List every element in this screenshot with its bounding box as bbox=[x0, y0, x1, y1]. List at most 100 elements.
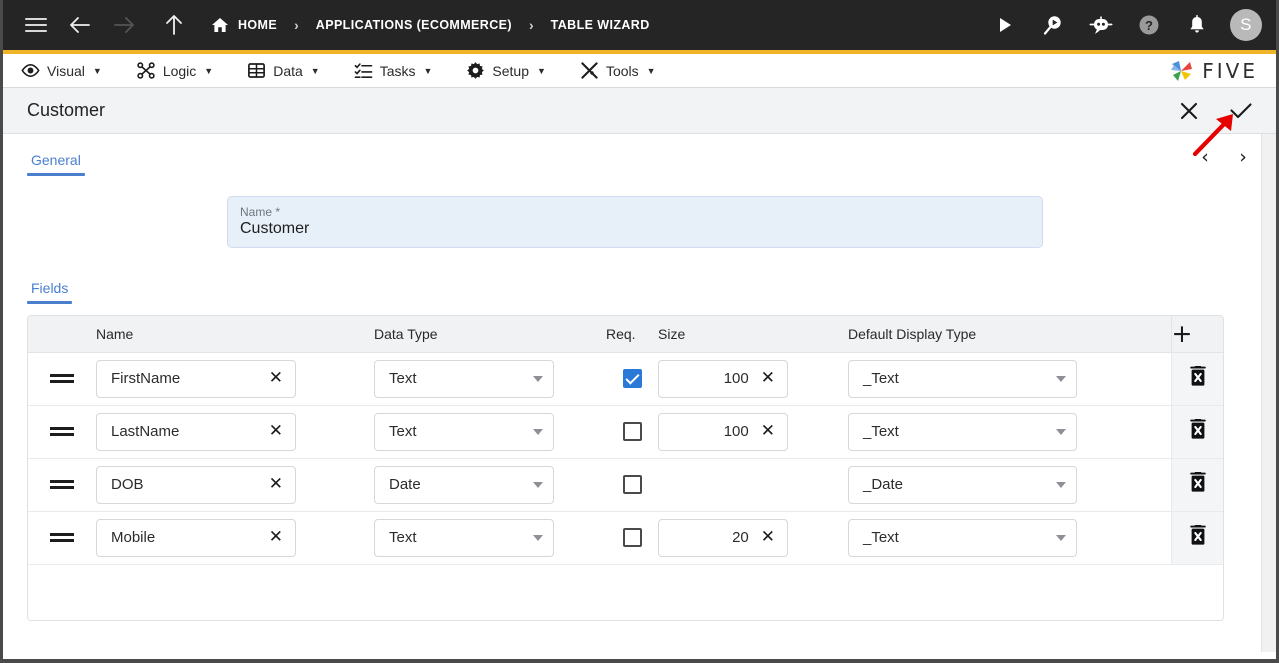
required-checkbox[interactable] bbox=[622, 475, 642, 494]
required-cell bbox=[606, 405, 658, 459]
previous-record-button[interactable]: ‹ bbox=[1196, 148, 1214, 167]
top-navigation-bar: HOME › APPLICATIONS (ECOMMERCE) › TABLE … bbox=[3, 0, 1276, 50]
up-button[interactable] bbox=[159, 10, 189, 40]
table-empty-row bbox=[28, 564, 1223, 620]
table-name-input[interactable]: Customer bbox=[240, 220, 1030, 238]
clear-size-icon[interactable]: ✕ bbox=[759, 529, 777, 546]
app-window: HOME › APPLICATIONS (ECOMMERCE) › TABLE … bbox=[0, 0, 1279, 663]
help-button[interactable]: ? bbox=[1134, 10, 1164, 40]
tab-fields[interactable]: Fields bbox=[27, 274, 73, 304]
required-checkbox[interactable] bbox=[622, 528, 642, 547]
clear-field-name-icon[interactable]: ✕ bbox=[267, 370, 285, 387]
drag-handle-icon[interactable] bbox=[50, 427, 74, 436]
table-name-field[interactable]: Name * Customer bbox=[227, 196, 1043, 248]
trash-delete-icon bbox=[1190, 524, 1206, 545]
tab-general[interactable]: General bbox=[27, 146, 85, 176]
required-checkbox[interactable] bbox=[622, 369, 642, 388]
size-input[interactable]: 20 ✕ bbox=[658, 518, 788, 557]
menu-item-setup[interactable]: Setup ▼ bbox=[466, 61, 546, 80]
search-button[interactable] bbox=[1038, 10, 1068, 40]
tab-label-fields: Fields bbox=[31, 280, 69, 296]
clear-size-icon[interactable]: ✕ bbox=[759, 423, 777, 440]
data-type-value: Text bbox=[389, 423, 417, 440]
delete-row-button[interactable] bbox=[1188, 365, 1208, 392]
required-checkbox[interactable] bbox=[622, 422, 642, 441]
chevron-down-icon bbox=[533, 428, 543, 435]
field-name-input[interactable]: LastName ✕ bbox=[96, 412, 296, 451]
size-input[interactable]: 100 ✕ bbox=[658, 412, 788, 451]
page-titlebar: Customer bbox=[3, 88, 1276, 134]
hamburger-menu-icon[interactable] bbox=[21, 10, 51, 40]
fields-table-container: Name Data Type Req. Size Default Display… bbox=[27, 315, 1224, 621]
field-name-input[interactable]: Mobile ✕ bbox=[96, 518, 296, 557]
row-drag-handle-cell bbox=[28, 458, 96, 512]
table-row: DOB ✕ Date _Date bbox=[28, 458, 1223, 512]
forward-button[interactable] bbox=[109, 10, 139, 40]
breadcrumb-item-home[interactable]: HOME bbox=[211, 17, 277, 33]
chatbot-button[interactable] bbox=[1086, 10, 1116, 40]
next-record-button[interactable]: › bbox=[1234, 148, 1252, 167]
back-button[interactable] bbox=[65, 10, 95, 40]
size-value: 100 bbox=[723, 370, 749, 387]
breadcrumb-item-table-wizard[interactable]: TABLE WIZARD bbox=[551, 18, 650, 32]
fields-table-head: Name Data Type Req. Size Default Display… bbox=[28, 316, 1223, 353]
breadcrumb-label-home: HOME bbox=[238, 18, 278, 32]
run-button[interactable] bbox=[990, 10, 1020, 40]
fields-table: Name Data Type Req. Size Default Display… bbox=[28, 316, 1223, 620]
search-play-icon bbox=[1043, 16, 1061, 35]
chevron-down-icon bbox=[533, 481, 543, 488]
field-name-input[interactable]: FirstName ✕ bbox=[96, 359, 296, 398]
delete-row-button[interactable] bbox=[1188, 418, 1208, 445]
page-content: General ‹ › Name * Customer Fields Name … bbox=[3, 134, 1276, 652]
drag-handle-icon[interactable] bbox=[50, 533, 74, 542]
data-type-select[interactable]: Text bbox=[374, 359, 554, 398]
clear-size-icon[interactable]: ✕ bbox=[759, 370, 777, 387]
menu-label-setup: Setup bbox=[492, 62, 530, 79]
notifications-button[interactable] bbox=[1182, 10, 1212, 40]
chevron-down-icon: ▼ bbox=[423, 65, 433, 76]
menu-item-tasks[interactable]: Tasks ▼ bbox=[354, 61, 433, 80]
default-display-type-select[interactable]: _Text bbox=[848, 412, 1077, 451]
menu-label-tasks: Tasks bbox=[379, 62, 416, 79]
table-row: Mobile ✕ Text 20 ✕ _Text bbox=[28, 511, 1223, 565]
fields-tab-row: Fields bbox=[27, 274, 1252, 304]
drag-handle-icon[interactable] bbox=[50, 374, 74, 383]
required-cell bbox=[606, 352, 658, 406]
save-button[interactable] bbox=[1228, 98, 1254, 124]
chatbot-icon bbox=[1089, 16, 1113, 34]
field-name-input[interactable]: DOB ✕ bbox=[96, 465, 296, 504]
clear-field-name-icon[interactable]: ✕ bbox=[267, 476, 285, 493]
add-field-button[interactable]: + bbox=[1172, 319, 1193, 348]
cancel-button[interactable] bbox=[1176, 98, 1202, 124]
menu-item-logic[interactable]: Logic ▼ bbox=[136, 61, 213, 80]
breadcrumb-item-applications[interactable]: APPLICATIONS (ECOMMERCE) bbox=[316, 18, 512, 32]
default-display-type-select[interactable]: _Text bbox=[848, 518, 1077, 557]
size-value: 100 bbox=[723, 423, 749, 440]
column-header-required: Req. bbox=[606, 316, 658, 353]
delete-row-button[interactable] bbox=[1188, 471, 1208, 498]
data-type-select[interactable]: Text bbox=[374, 518, 554, 557]
size-input[interactable]: 100 ✕ bbox=[658, 359, 788, 398]
chevron-down-icon bbox=[1056, 428, 1066, 435]
row-drag-handle-cell bbox=[28, 511, 96, 565]
field-name-cell: DOB ✕ bbox=[96, 458, 374, 512]
default-display-type-select[interactable]: _Text bbox=[848, 359, 1077, 398]
data-type-select[interactable]: Date bbox=[374, 465, 554, 504]
vertical-scrollbar[interactable] bbox=[1261, 134, 1276, 652]
page-title: Customer bbox=[27, 100, 106, 120]
menu-item-data[interactable]: Data ▼ bbox=[247, 61, 320, 80]
breadcrumb-separator-1: › bbox=[294, 17, 299, 33]
default-display-type-select[interactable]: _Date bbox=[848, 465, 1077, 504]
data-type-select[interactable]: Text bbox=[374, 412, 554, 451]
brand-logo: FIVE bbox=[1167, 58, 1258, 84]
data-type-cell: Text bbox=[374, 352, 606, 406]
menu-item-visual[interactable]: Visual ▼ bbox=[21, 61, 102, 80]
menu-item-tools[interactable]: Tools ▼ bbox=[580, 61, 656, 80]
user-avatar[interactable]: S bbox=[1230, 9, 1262, 41]
drag-handle-icon[interactable] bbox=[50, 480, 74, 489]
clear-field-name-icon[interactable]: ✕ bbox=[267, 423, 285, 440]
chevron-down-icon bbox=[533, 375, 543, 382]
delete-cell bbox=[1170, 352, 1223, 406]
clear-field-name-icon[interactable]: ✕ bbox=[267, 529, 285, 546]
delete-row-button[interactable] bbox=[1188, 524, 1208, 551]
